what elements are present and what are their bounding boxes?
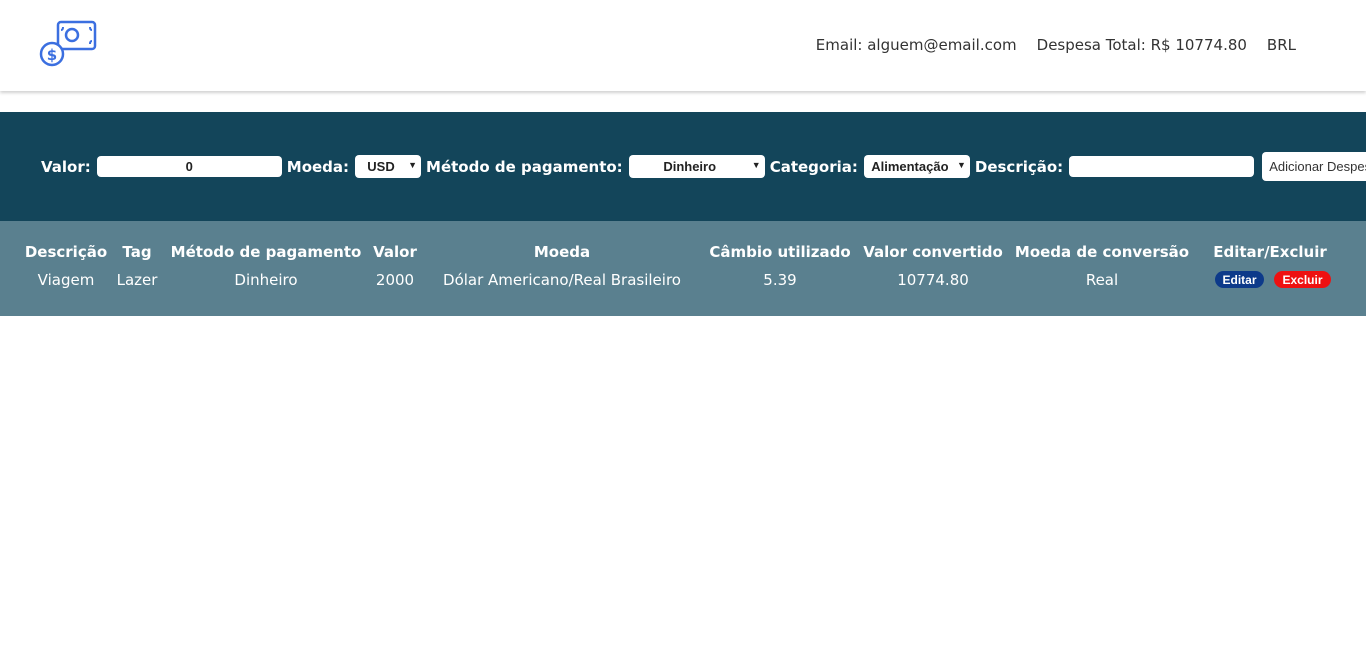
delete-button[interactable]: Excluir: [1274, 271, 1331, 288]
category-select[interactable]: Alimentação ▼: [863, 155, 970, 178]
cell-description: Viagem: [37, 271, 95, 289]
cell-exchange-rate: 5.39: [763, 271, 797, 289]
add-expense-button[interactable]: Adicionar Despesa: [1262, 152, 1366, 181]
base-currency: BRL: [1266, 36, 1296, 54]
table-header-edit-delete: Editar/Excluir: [1213, 243, 1327, 261]
table-header-exchange-rate: Câmbio utilizado: [709, 243, 851, 261]
expense-form: Valor: 0 Moeda: USD ▼ Método de pagament…: [41, 152, 1366, 181]
table-header-converted-value: Valor convertido: [863, 243, 1003, 261]
table-header-value: Valor: [373, 243, 417, 261]
chevron-down-icon: ▼: [956, 160, 966, 170]
value-label: Valor:: [41, 157, 91, 176]
chevron-down-icon: ▼: [408, 160, 418, 170]
total-expense: Despesa Total: R$ 10774.80: [1036, 36, 1247, 54]
table-header-description: Descrição: [24, 243, 108, 261]
table-header-currency: Moeda: [533, 243, 591, 261]
svg-text:$: $: [47, 46, 57, 64]
chevron-down-icon: ▼: [751, 160, 761, 170]
description-input[interactable]: [1069, 156, 1255, 177]
money-bill-dollar-icon: $: [39, 20, 97, 67]
expense-table: [0, 221, 1366, 316]
app-header: $ Email: alguem@email.com Despesa Total:…: [0, 0, 1366, 91]
edit-button[interactable]: Editar: [1215, 271, 1264, 288]
cell-payment-method: Dinheiro: [234, 271, 298, 289]
category-select-value: Alimentação: [871, 159, 949, 174]
category-label: Categoria:: [769, 157, 858, 176]
cell-value: 2000: [375, 271, 415, 289]
currency-select[interactable]: USD ▼: [355, 155, 422, 178]
cell-converted-value: 10774.80: [897, 271, 969, 289]
currency-label: Moeda:: [286, 157, 350, 176]
payment-method-select-value: Dinheiro: [663, 159, 717, 174]
cell-currency: Dólar Americano/Real Brasileiro: [443, 271, 681, 289]
user-email: Email: alguem@email.com: [815, 36, 1017, 54]
value-input[interactable]: 0: [96, 156, 282, 177]
cell-tag: Lazer: [116, 271, 158, 289]
table-header-payment-method: Método de pagamento: [170, 243, 362, 261]
table-header-tag: Tag: [122, 243, 152, 261]
table-header-conversion-currency: Moeda de conversão: [1014, 243, 1190, 261]
payment-method-label: Método de pagamento:: [426, 157, 623, 176]
payment-method-select[interactable]: Dinheiro ▼: [628, 155, 765, 178]
cell-conversion-currency: Real: [1085, 271, 1119, 289]
description-label: Descrição:: [974, 157, 1064, 176]
currency-select-value: USD: [367, 159, 395, 174]
header-info: Email: alguem@email.com Despesa Total: R…: [816, 36, 1296, 54]
